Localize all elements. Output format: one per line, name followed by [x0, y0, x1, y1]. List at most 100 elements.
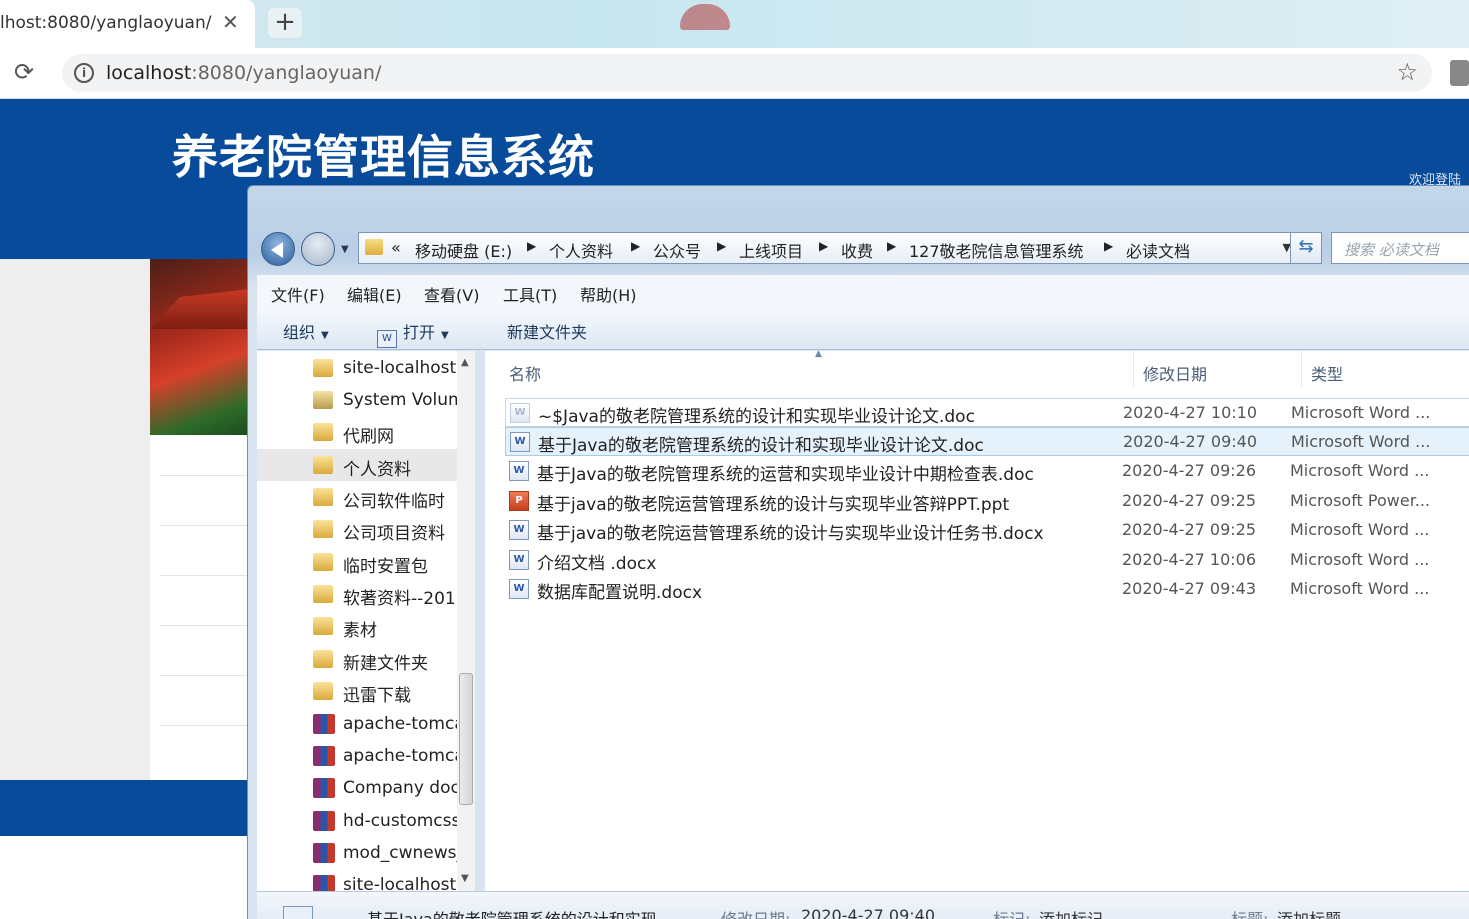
breadcrumb-chevron-icon[interactable]: ▶: [819, 239, 828, 253]
word-doc-icon: W: [510, 432, 530, 452]
forward-button[interactable]: [301, 232, 335, 266]
word-doc-icon: W: [377, 330, 397, 348]
close-tab-icon[interactable]: ✕: [222, 10, 239, 34]
details-date-label: 修改日期:: [721, 906, 790, 919]
breadcrumb-chevron-icon[interactable]: ▶: [1104, 239, 1113, 253]
open-button[interactable]: W 打开 ▼: [377, 319, 449, 348]
scroll-up-icon[interactable]: ▲: [461, 357, 469, 368]
nav-item[interactable]: 素材: [257, 610, 457, 642]
history-dropdown-icon[interactable]: ▼: [341, 244, 349, 255]
extension-icon[interactable]: [1450, 60, 1469, 86]
file-type: Microsoft Word ...: [1290, 520, 1430, 539]
nav-item[interactable]: 临时安置包: [257, 546, 457, 578]
menu-help[interactable]: 帮助(H): [580, 282, 637, 306]
breadcrumb-item[interactable]: 127敬老院信息管理系统: [909, 238, 1084, 262]
nav-item[interactable]: System Volum: [257, 384, 465, 416]
column-divider[interactable]: [1133, 351, 1134, 387]
file-row[interactable]: W 数据库配置说明.docx 2020-4-27 09:43 Microsoft…: [505, 575, 1469, 604]
archive-icon: [313, 778, 335, 798]
nav-item-selected[interactable]: 个人资料: [257, 449, 457, 481]
column-header-name[interactable]: 名称: [509, 361, 541, 385]
file-type: Microsoft Word ...: [1290, 550, 1430, 569]
menu-edit[interactable]: 编辑(E): [347, 282, 402, 306]
site-left-panel: [0, 259, 150, 780]
nav-item[interactable]: site-localhost-: [257, 869, 462, 891]
archive-icon: [313, 714, 335, 734]
menu-tools[interactable]: 工具(T): [503, 282, 557, 306]
nav-item[interactable]: 软著资料--201:: [257, 578, 461, 610]
file-row-selected[interactable]: W 基于Java的敬老院管理系统的设计和实现毕业设计论文.doc 2020-4-…: [505, 427, 1469, 456]
file-row[interactable]: W 基于java的敬老院运营管理系统的设计与实现毕业设计任务书.docx 202…: [505, 516, 1469, 545]
menu-bar: 文件(F) 编辑(E) 查看(V) 工具(T) 帮助(H): [257, 274, 1469, 308]
reload-icon[interactable]: ⟳: [14, 58, 34, 86]
file-row[interactable]: W ~$Java的敬老院管理系统的设计和实现毕业设计论文.doc 2020-4-…: [505, 398, 1469, 427]
address-bar[interactable]: i localhost:8080/yanglaoyuan/ ☆: [62, 54, 1432, 92]
nav-item[interactable]: Company doc: [257, 772, 460, 804]
command-bar: 组织 ▼ W 打开 ▼ 新建文件夹: [257, 308, 1469, 350]
details-tag-value[interactable]: 添加标记: [1039, 906, 1103, 919]
nav-item[interactable]: hd-customcss: [257, 805, 460, 837]
word-doc-icon: W: [510, 403, 530, 423]
folder-icon: [365, 239, 383, 255]
nav-item[interactable]: apache-tomca: [257, 740, 465, 772]
file-name: 基于Java的敬老院管理系统的运营和实现毕业设计中期检查表.doc: [537, 465, 1034, 485]
nav-item-label: site-localhost-: [343, 358, 463, 378]
menu-file[interactable]: 文件(F): [271, 282, 325, 306]
details-pane: 基于Java的敬老院管理系统的设计和实现... 修改日期: 2020-4-27 …: [257, 891, 1469, 919]
bookmark-star-icon[interactable]: ☆: [1396, 58, 1418, 86]
column-header-type[interactable]: 类型: [1311, 361, 1343, 385]
breadcrumb-item[interactable]: 移动硬盘 (E:): [415, 238, 512, 262]
breadcrumb-item[interactable]: 必读文档: [1126, 238, 1190, 262]
navigation-scrollbar[interactable]: ▲ ▼: [457, 351, 475, 891]
nav-item[interactable]: mod_cwnews_: [257, 837, 465, 869]
menu-view[interactable]: 查看(V): [424, 282, 479, 306]
url-text[interactable]: localhost:8080/yanglaoyuan/: [106, 62, 381, 84]
new-tab-button[interactable]: +: [268, 8, 302, 38]
file-type: Microsoft Word ...: [1291, 432, 1431, 451]
breadcrumb-chevron-icon[interactable]: ▶: [887, 239, 896, 253]
breadcrumb-overflow[interactable]: «: [391, 238, 401, 257]
organize-button[interactable]: 组织 ▼: [283, 319, 329, 343]
info-icon[interactable]: i: [74, 63, 94, 83]
file-row[interactable]: W 介绍文档 .docx 2020-4-27 10:06 Microsoft W…: [505, 546, 1469, 575]
archive-icon: [313, 843, 335, 863]
chevron-down-icon: ▼: [321, 330, 329, 341]
nav-item[interactable]: 代刷网: [257, 416, 457, 448]
tab-title: lhost:8080/yanglaoyuan/: [0, 13, 212, 33]
nav-item[interactable]: 公司软件临时: [257, 481, 457, 513]
file-row[interactable]: W 基于Java的敬老院管理系统的运营和实现毕业设计中期检查表.doc 2020…: [505, 457, 1469, 486]
nav-item-label: 迅雷下载: [343, 686, 411, 706]
explorer-address-bar[interactable]: « 移动硬盘 (E:) ▶ 个人资料 ▶ 公众号 ▶ 上线项目 ▶ 收费 ▶ 1…: [358, 232, 1300, 264]
file-date: 2020-4-27 09:26: [1122, 461, 1256, 480]
nav-item[interactable]: site-localhost-: [257, 352, 462, 384]
file-date: 2020-4-27 09:25: [1122, 491, 1256, 510]
breadcrumb-item[interactable]: 公众号: [653, 238, 701, 262]
breadcrumb-chevron-icon[interactable]: ▶: [527, 239, 536, 253]
scroll-down-icon[interactable]: ▼: [461, 873, 469, 884]
browser-tab[interactable]: lhost:8080/yanglaoyuan/ ✕: [0, 0, 255, 48]
breadcrumb-item[interactable]: 上线项目: [739, 238, 803, 262]
nav-item[interactable]: 迅雷下载: [257, 675, 457, 707]
column-header-date[interactable]: 修改日期: [1143, 361, 1207, 385]
file-date: 2020-4-27 10:06: [1122, 550, 1256, 569]
file-row[interactable]: P 基于java的敬老院运营管理系统的设计与实现毕业答辩PPT.ppt 2020…: [505, 487, 1469, 516]
breadcrumb-chevron-icon[interactable]: ▶: [631, 239, 640, 253]
url-path: :8080/yanglaoyuan/: [191, 62, 382, 84]
details-title-value[interactable]: 添加标题: [1277, 906, 1341, 919]
nav-item[interactable]: apache-tomca: [257, 708, 465, 740]
nav-item[interactable]: 新建文件夹: [257, 643, 457, 675]
refresh-icon[interactable]: ⇆: [1290, 232, 1322, 264]
column-divider[interactable]: [1301, 351, 1302, 387]
breadcrumb-chevron-icon[interactable]: ▶: [717, 239, 726, 253]
file-name: 介绍文档 .docx: [537, 554, 657, 574]
back-button[interactable]: [261, 232, 295, 266]
nav-item[interactable]: 公司项目资料: [257, 513, 457, 545]
new-folder-button[interactable]: 新建文件夹: [507, 319, 587, 343]
folder-icon: [313, 650, 333, 668]
breadcrumb-item[interactable]: 个人资料: [549, 238, 613, 262]
nav-item-label: 新建文件夹: [343, 654, 428, 674]
explorer-search-input[interactable]: 搜索 必读文档: [1331, 232, 1469, 264]
file-name: ~$Java的敬老院管理系统的设计和实现毕业设计论文.doc: [538, 407, 975, 427]
scrollbar-thumb[interactable]: [459, 673, 473, 805]
breadcrumb-item[interactable]: 收费: [841, 238, 873, 262]
